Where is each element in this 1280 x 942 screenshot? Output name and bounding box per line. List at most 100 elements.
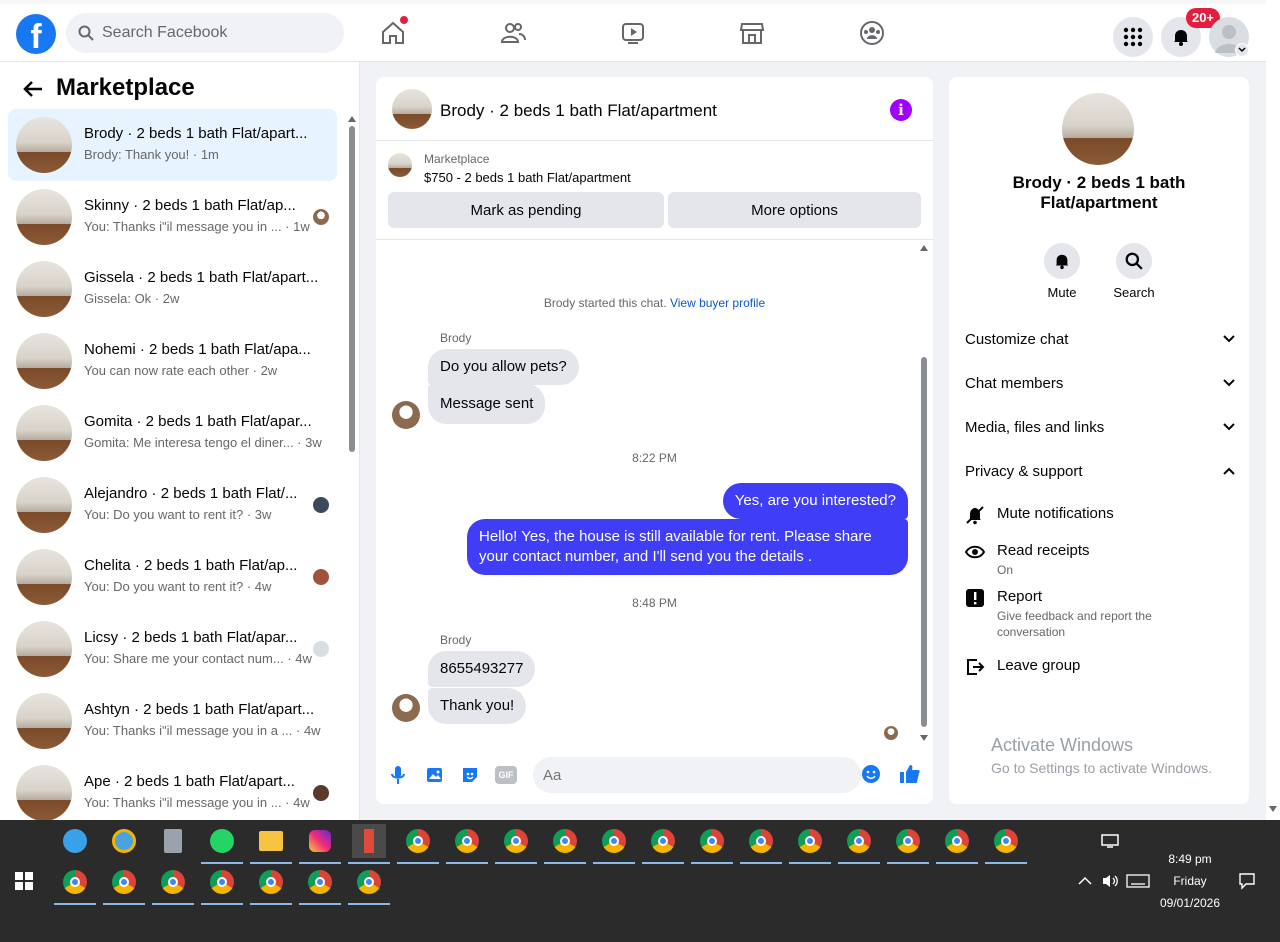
conversation-item[interactable]: Licsy · 2 beds 1 bath Flat/apar... You: …	[8, 613, 337, 685]
keyboard-icon[interactable]	[1126, 874, 1150, 888]
conversation-item[interactable]: Chelita · 2 beds 1 bath Flat/ap... You: …	[8, 541, 337, 613]
chat-avatar[interactable]	[392, 89, 432, 129]
clock-time[interactable]: 8:49 pm	[1150, 852, 1230, 866]
chrome-profile-icon[interactable]	[789, 824, 831, 864]
back-arrow-icon[interactable]	[20, 76, 46, 102]
message-bubble[interactable]: Thank you!	[428, 688, 527, 724]
chrome-profile-icon[interactable]	[103, 865, 145, 905]
paint-app-icon[interactable]	[58, 824, 92, 858]
conversation-item[interactable]: Alejandro · 2 beds 1 bath Flat/... You: …	[8, 469, 337, 541]
media-files-links-row[interactable]: Media, files and links	[965, 415, 1235, 439]
search-input[interactable]: Search Facebook	[66, 13, 344, 53]
chat-members-row[interactable]: Chat members	[965, 371, 1235, 395]
home-icon[interactable]	[376, 16, 410, 50]
message-bubble[interactable]: 8655493277	[428, 651, 536, 687]
scroll-up-icon[interactable]	[920, 245, 928, 251]
sender-avatar[interactable]	[392, 401, 420, 429]
customize-chat-row[interactable]: Customize chat	[965, 327, 1235, 351]
photo-icon[interactable]	[425, 765, 445, 785]
chevron-up-icon[interactable]	[1078, 876, 1092, 886]
clock-date[interactable]: 09/01/2026	[1150, 896, 1230, 910]
sticker-icon[interactable]	[460, 765, 480, 785]
chrome-profile-icon[interactable]	[348, 865, 390, 905]
conversation-item[interactable]: Gissela · 2 beds 1 bath Flat/apart... Gi…	[8, 253, 337, 325]
file-explorer-icon[interactable]	[250, 824, 292, 864]
chat-scrollbar[interactable]	[918, 245, 930, 741]
privacy-support-row[interactable]: Privacy & support	[965, 459, 1235, 483]
chat-profile-avatar[interactable]	[1062, 93, 1134, 165]
message-bubble[interactable]: Yes, are you interested?	[722, 483, 908, 519]
chrome-profile-icon[interactable]	[54, 865, 96, 905]
message-bubble[interactable]: Hello! Yes, the house is still available…	[467, 519, 908, 575]
conversation-item[interactable]: Brody · 2 beds 1 bath Flat/apart... Brod…	[8, 109, 337, 181]
chrome-profile-icon[interactable]	[642, 824, 684, 864]
emoji-icon[interactable]	[861, 764, 881, 784]
sender-avatar[interactable]	[392, 694, 420, 722]
chrome-profile-icon[interactable]	[887, 824, 929, 864]
message-input[interactable]	[533, 757, 861, 793]
scroll-down-icon[interactable]	[1269, 806, 1277, 812]
chrome-profile-icon[interactable]	[397, 824, 439, 864]
chrome-profile-icon[interactable]	[446, 824, 488, 864]
chrome-profile-icon[interactable]	[152, 865, 194, 905]
search-chat-button[interactable]: Search	[1104, 243, 1164, 300]
video-icon[interactable]	[616, 16, 650, 50]
report-item[interactable]: Report Give feedback and report the conv…	[965, 588, 1235, 644]
conversation-item[interactable]: Nohemi · 2 beds 1 bath Flat/apa... You c…	[8, 325, 337, 397]
clock-day[interactable]: Friday	[1150, 874, 1230, 888]
chrome-profile-icon[interactable]	[936, 824, 978, 864]
windows-start-icon[interactable]	[15, 872, 33, 890]
scroll-down-icon[interactable]	[920, 735, 928, 741]
desktop-icon[interactable]	[1101, 834, 1119, 848]
calculator-app-icon[interactable]	[156, 824, 190, 858]
more-options-button[interactable]: More options	[668, 192, 921, 228]
chrome-profile-icon[interactable]	[495, 824, 537, 864]
facebook-logo-icon[interactable]: f	[16, 14, 56, 54]
message-bubble[interactable]: Do you allow pets?	[428, 349, 579, 385]
menu-grid-icon[interactable]	[1113, 17, 1153, 57]
scroll-up-icon[interactable]	[348, 116, 356, 122]
mute-button[interactable]: Mute	[1032, 243, 1092, 300]
whatsapp-app-icon[interactable]	[201, 824, 243, 864]
chat-details-panel: Brody · 2 beds 1 bath Flat/apartment Mut…	[949, 77, 1249, 804]
message-bubble[interactable]: Message sent	[428, 384, 546, 424]
friends-icon[interactable]	[496, 16, 530, 50]
info-icon[interactable]: i	[890, 99, 912, 121]
listing-detail[interactable]: $750 - 2 beds 1 bath Flat/apartment	[424, 170, 631, 185]
notification-center-icon[interactable]	[1238, 872, 1256, 890]
gif-icon[interactable]: GIF	[495, 766, 517, 784]
chrome-profile-icon[interactable]	[740, 824, 782, 864]
chrome-profile-icon[interactable]	[593, 824, 635, 864]
conversation-item[interactable]: Gomita · 2 beds 1 bath Flat/apar... Gomi…	[8, 397, 337, 469]
chat-title[interactable]: Brody · 2 beds 1 bath Flat/apartment	[440, 101, 717, 121]
scrollbar-thumb[interactable]	[921, 357, 927, 727]
microphone-icon[interactable]	[390, 765, 406, 785]
conversation-item[interactable]: Ashtyn · 2 beds 1 bath Flat/apart... You…	[8, 685, 337, 757]
conversation-item[interactable]: Skinny · 2 beds 1 bath Flat/ap... You: T…	[8, 181, 337, 253]
groups-icon[interactable]	[855, 16, 889, 50]
chrome-profile-icon[interactable]	[544, 824, 586, 864]
snipping-tool-icon[interactable]	[348, 824, 390, 864]
account-avatar[interactable]	[1209, 17, 1249, 57]
conversation-item[interactable]: Ape · 2 beds 1 bath Flat/apart... You: T…	[8, 757, 337, 820]
marketplace-icon[interactable]	[735, 16, 769, 50]
volume-icon[interactable]	[1101, 873, 1119, 889]
mark-as-pending-button[interactable]: Mark as pending	[388, 192, 664, 228]
leave-group-item[interactable]: Leave group	[965, 657, 1235, 681]
chrome-profile-icon[interactable]	[201, 865, 243, 905]
chrome-profile-icon[interactable]	[250, 865, 292, 905]
like-thumb-icon[interactable]	[899, 763, 921, 785]
instagram-app-icon[interactable]	[299, 824, 341, 864]
mute-notifications-item[interactable]: Mute notifications	[965, 505, 1235, 529]
browser-app-icon[interactable]	[107, 824, 141, 858]
chrome-profile-icon[interactable]	[985, 824, 1027, 864]
scrollbar-thumb[interactable]	[349, 126, 355, 452]
chrome-profile-icon[interactable]	[299, 865, 341, 905]
chrome-profile-icon[interactable]	[691, 824, 733, 864]
listing-thumbnail[interactable]	[388, 153, 412, 177]
chrome-profile-icon[interactable]	[838, 824, 880, 864]
page-scrollbar[interactable]	[1266, 0, 1280, 820]
conversation-list-scrollbar[interactable]	[347, 116, 357, 816]
view-buyer-profile-link[interactable]: View buyer profile	[670, 296, 765, 310]
read-receipts-item[interactable]: Read receipts On	[965, 542, 1235, 582]
